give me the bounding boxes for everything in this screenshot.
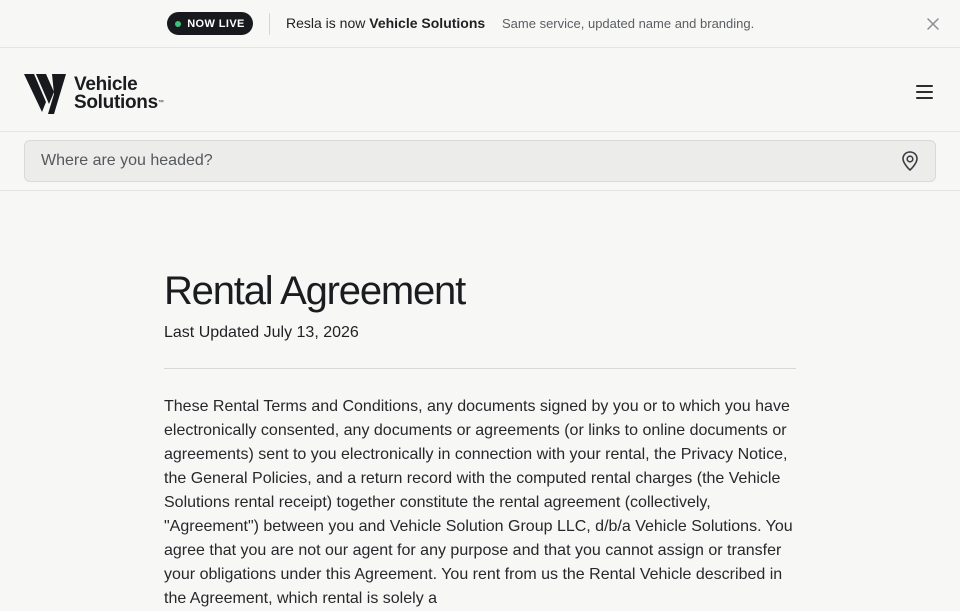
announcement-headline-brand: Vehicle Solutions [369, 15, 486, 31]
announcement-divider [269, 13, 270, 35]
destination-search [24, 140, 936, 182]
last-updated-text: Last Updated July 13, 2026 [164, 324, 359, 341]
page-title: Rental Agreement [164, 269, 466, 313]
brand-line-2-text: Solutions [74, 92, 158, 113]
badge-label: NOW LIVE [187, 17, 245, 30]
site-header: Vehicle Solutions™ [0, 48, 960, 132]
trademark-symbol: ™ [157, 100, 164, 106]
hamburger-menu-button[interactable] [912, 80, 936, 104]
main-content: Rental Agreement Last Updated July 13, 2… [164, 268, 796, 611]
announcement-bar: NOW LIVE Resla is now Vehicle Solutions … [0, 0, 960, 48]
search-bar-section [0, 132, 960, 191]
brand-logo-link[interactable]: Vehicle Solutions™ [24, 72, 164, 116]
agreement-intro-paragraph: These Rental Terms and Conditions, any d… [164, 398, 793, 607]
announcement-headline-prefix: Resla is now [286, 15, 370, 31]
location-pin-icon[interactable] [899, 150, 921, 172]
brand-wordmark: Vehicle Solutions™ [74, 75, 164, 113]
announcement-close-button[interactable] [922, 13, 944, 35]
announcement-headline: Resla is now Vehicle Solutions [286, 15, 485, 31]
announcement-subtext: Same service, updated name and branding. [502, 16, 755, 31]
brand-line-2: Solutions™ [74, 92, 164, 113]
hamburger-line [915, 91, 933, 93]
hamburger-line [915, 97, 933, 99]
hamburger-menu-icon [915, 85, 933, 87]
now-live-badge: NOW LIVE [167, 12, 253, 35]
content-divider [164, 368, 796, 369]
destination-search-input[interactable] [25, 141, 899, 181]
vehicle-solutions-logo-icon [24, 74, 66, 114]
close-icon [927, 18, 939, 30]
live-dot-icon [175, 20, 182, 27]
